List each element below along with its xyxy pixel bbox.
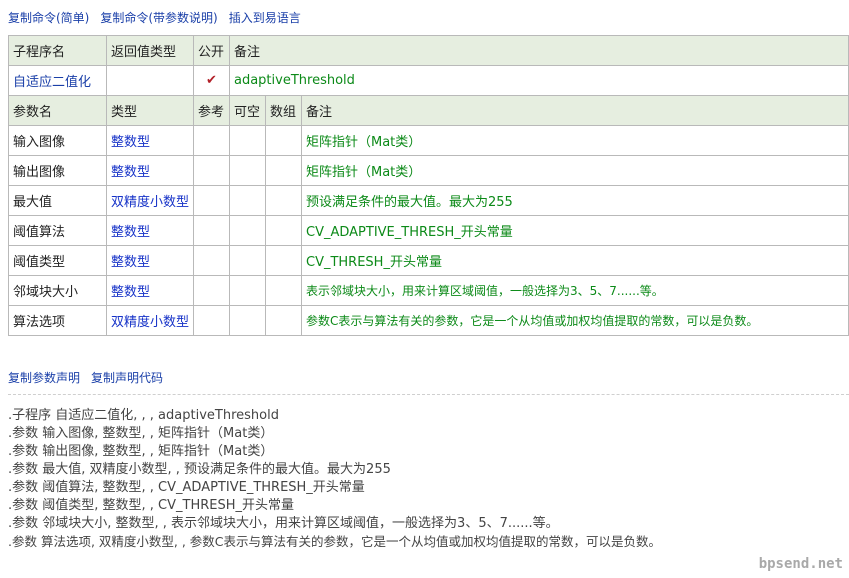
param-name: 阈值算法 <box>8 215 107 246</box>
param-row: 算法选项 双精度小数型 参数C表示与算法有关的参数，它是一个从均值或加权均值提取… <box>8 305 849 336</box>
param-ref-cell <box>193 275 230 306</box>
param-type-link[interactable]: 整数型 <box>106 155 194 186</box>
param-row: 输出图像 整数型 矩阵指针（Mat类） <box>8 155 849 186</box>
param-array-cell <box>265 155 302 186</box>
param-ref-cell <box>193 305 230 336</box>
param-array-cell <box>265 275 302 306</box>
code-line: .参数 输出图像, 整数型, , 矩阵指针（Mat类） <box>8 444 274 459</box>
param-optional-cell <box>229 275 266 306</box>
code-line: .参数 阈值类型, 整数型, , CV_THRESH_开头常量 <box>8 498 295 513</box>
copy-command-simple-link[interactable]: 复制命令(简单) <box>8 11 89 25</box>
code-line: .参数 算法选项, 双精度小数型, , 参数C表示与算法有关的参数，它是一个从均… <box>8 534 662 549</box>
param-header-row: 参数名 类型 参考 可空 数组 备注 <box>8 95 849 126</box>
subroutine-name: 自适应二值化 <box>8 65 107 96</box>
subroutine-remark: adaptiveThreshold <box>229 65 849 96</box>
code-line: .参数 阈值算法, 整数型, , CV_ADAPTIVE_THRESH_开头常量 <box>8 480 365 495</box>
param-optional-cell <box>229 215 266 246</box>
param-ref-cell <box>193 245 230 276</box>
insert-to-eyuyan-link[interactable]: 插入到易语言 <box>229 11 301 25</box>
subroutine-table: 子程序名 返回值类型 公开 备注 自适应二值化 ✔ adaptiveThresh… <box>8 35 849 336</box>
param-array-cell <box>265 305 302 336</box>
param-row: 输入图像 整数型 矩阵指针（Mat类） <box>8 125 849 156</box>
subroutine-row: 自适应二值化 ✔ adaptiveThreshold <box>8 65 849 96</box>
copy-declaration-code-link[interactable]: 复制声明代码 <box>91 371 163 385</box>
param-array-cell <box>265 215 302 246</box>
param-row: 阈值类型 整数型 CV_THRESH_开头常量 <box>8 245 849 276</box>
param-header-ref: 参考 <box>193 95 230 126</box>
declaration-code-block: .子程序 自适应二值化, , , adaptiveThreshold .参数 输… <box>8 407 843 551</box>
param-row: 阈值算法 整数型 CV_ADAPTIVE_THRESH_开头常量 <box>8 215 849 246</box>
param-name: 阈值类型 <box>8 245 107 276</box>
public-check-icon: ✔ <box>193 65 230 96</box>
param-row: 最大值 双精度小数型 预设满足条件的最大值。最大为255 <box>8 185 849 216</box>
param-remark: 预设满足条件的最大值。最大为255 <box>301 185 849 216</box>
param-name: 算法选项 <box>8 305 107 336</box>
code-line: .子程序 自适应二值化, , , adaptiveThreshold <box>8 408 279 423</box>
param-type-link[interactable]: 整数型 <box>106 125 194 156</box>
param-ref-cell <box>193 155 230 186</box>
param-header-type: 类型 <box>106 95 194 126</box>
param-optional-cell <box>229 245 266 276</box>
site-watermark: bpsend.net <box>758 556 843 572</box>
param-optional-cell <box>229 185 266 216</box>
param-name: 输入图像 <box>8 125 107 156</box>
param-optional-cell <box>229 305 266 336</box>
param-ref-cell <box>193 185 230 216</box>
code-line: .参数 邻域块大小, 整数型, , 表示邻域块大小，用来计算区域阈值，一般选择为… <box>8 516 559 531</box>
param-optional-cell <box>229 155 266 186</box>
param-remark: 矩阵指针（Mat类） <box>301 125 849 156</box>
param-ref-cell <box>193 215 230 246</box>
param-type-link[interactable]: 整数型 <box>106 215 194 246</box>
code-line: .参数 输入图像, 整数型, , 矩阵指针（Mat类） <box>8 426 274 441</box>
subroutine-return-type <box>106 65 194 96</box>
param-header-array: 数组 <box>265 95 302 126</box>
param-remark: CV_THRESH_开头常量 <box>301 245 849 276</box>
header-public: 公开 <box>193 35 230 66</box>
subroutine-header-row: 子程序名 返回值类型 公开 备注 <box>8 35 849 66</box>
param-remark: 矩阵指针（Mat类） <box>301 155 849 186</box>
param-type-link[interactable]: 整数型 <box>106 245 194 276</box>
copy-param-declaration-link[interactable]: 复制参数声明 <box>8 371 80 385</box>
param-array-cell <box>265 185 302 216</box>
param-name: 邻域块大小 <box>8 275 107 306</box>
param-ref-cell <box>193 125 230 156</box>
top-link-bar: 复制命令(简单) 复制命令(带参数说明) 插入到易语言 <box>8 9 312 25</box>
param-remark: CV_ADAPTIVE_THRESH_开头常量 <box>301 215 849 246</box>
dashed-divider <box>8 394 849 395</box>
declaration-link-bar: 复制参数声明 复制声明代码 <box>8 369 174 386</box>
header-remark: 备注 <box>229 35 849 66</box>
copy-command-with-params-link[interactable]: 复制命令(带参数说明) <box>100 11 217 25</box>
header-subroutine-name: 子程序名 <box>8 35 107 66</box>
param-header-name: 参数名 <box>8 95 107 126</box>
param-name: 最大值 <box>8 185 107 216</box>
param-type-link[interactable]: 整数型 <box>106 275 194 306</box>
param-header-optional: 可空 <box>229 95 266 126</box>
param-array-cell <box>265 245 302 276</box>
param-name: 输出图像 <box>8 155 107 186</box>
header-return-type: 返回值类型 <box>106 35 194 66</box>
param-array-cell <box>265 125 302 156</box>
param-remark: 参数C表示与算法有关的参数，它是一个从均值或加权均值提取的常数，可以是负数。 <box>301 305 849 336</box>
param-remark: 表示邻域块大小，用来计算区域阈值，一般选择为3、5、7......等。 <box>301 275 849 306</box>
param-header-remark: 备注 <box>301 95 849 126</box>
code-line: .参数 最大值, 双精度小数型, , 预设满足条件的最大值。最大为255 <box>8 462 391 477</box>
param-type-link[interactable]: 双精度小数型 <box>106 185 194 216</box>
param-row: 邻域块大小 整数型 表示邻域块大小，用来计算区域阈值，一般选择为3、5、7...… <box>8 275 849 306</box>
param-optional-cell <box>229 125 266 156</box>
param-type-link[interactable]: 双精度小数型 <box>106 305 194 336</box>
